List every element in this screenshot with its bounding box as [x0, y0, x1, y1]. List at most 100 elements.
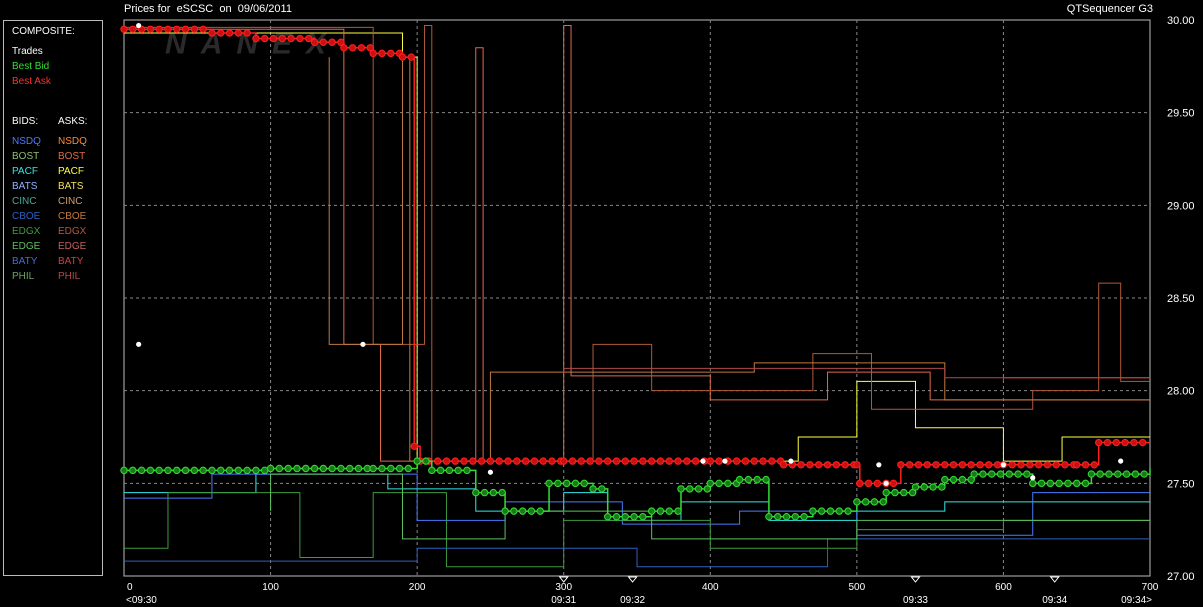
data-point: [949, 461, 958, 469]
data-point: [190, 466, 199, 475]
data-point: [996, 470, 1005, 478]
data-point: [1140, 470, 1148, 478]
data-point: [395, 464, 404, 473]
data-point: [348, 44, 357, 52]
data-point: [234, 29, 243, 37]
data-point: [433, 457, 442, 465]
data-point: [897, 461, 905, 469]
data-point: [296, 34, 304, 43]
data-point: [252, 466, 260, 475]
y-tick-label: 28.50: [1167, 293, 1195, 305]
data-point: [442, 457, 451, 465]
data-point: [319, 464, 328, 473]
data-point: [369, 49, 377, 58]
trade-point: [1030, 475, 1036, 481]
data-point: [328, 464, 336, 473]
data-point: [621, 457, 629, 465]
data-point: [1138, 438, 1147, 447]
data-point: [451, 457, 459, 465]
time-label: 09:31: [551, 595, 576, 606]
x-tick-label: 100: [262, 582, 279, 593]
data-point: [454, 466, 462, 475]
data-point: [891, 488, 899, 497]
data-point: [398, 53, 407, 61]
data-point: [639, 512, 647, 521]
data-point: [208, 29, 216, 37]
data-point: [750, 457, 758, 465]
data-point: [1014, 470, 1022, 478]
data-point: [518, 507, 527, 515]
trade-point: [1118, 458, 1124, 464]
data-point: [782, 512, 791, 521]
data-point: [146, 25, 155, 33]
data-point: [410, 442, 418, 450]
data-point: [932, 461, 940, 469]
data-point: [586, 457, 594, 465]
data-point: [472, 488, 480, 497]
data-point: [970, 470, 978, 478]
data-point: [378, 464, 386, 473]
data-point: [630, 512, 638, 521]
data-point: [580, 479, 588, 488]
time-marker: [1049, 576, 1060, 583]
data-point: [841, 461, 849, 469]
data-point: [683, 457, 691, 465]
data-point: [706, 479, 714, 488]
x-tick-label: 700: [1142, 582, 1159, 593]
data-point: [674, 507, 682, 515]
data-point: [1103, 438, 1112, 447]
data-point: [1061, 461, 1069, 469]
data-point: [853, 461, 861, 469]
data-point: [146, 466, 155, 475]
data-point: [181, 25, 190, 33]
data-point: [1005, 470, 1013, 478]
trade-point: [700, 458, 706, 464]
data-point: [870, 498, 879, 506]
data-point: [422, 457, 430, 465]
data-point: [1095, 438, 1103, 447]
data-point: [823, 461, 832, 469]
data-point: [1046, 479, 1055, 488]
data-point: [905, 461, 914, 469]
data-point: [724, 479, 732, 488]
y-tick-label: 30.00: [1167, 15, 1195, 27]
data-point: [287, 34, 295, 43]
data-point: [882, 488, 890, 497]
data-point: [378, 49, 386, 58]
data-point: [190, 25, 199, 33]
data-point: [1121, 438, 1129, 447]
data-point: [340, 44, 348, 52]
data-point: [407, 53, 415, 61]
data-point: [1081, 461, 1090, 469]
y-tick-label: 28.00: [1167, 386, 1195, 398]
data-point: [181, 466, 190, 475]
data-point: [217, 466, 225, 475]
data-point: [357, 44, 366, 52]
y-tick-label: 29.00: [1167, 200, 1195, 212]
time-label: 09:32: [620, 595, 645, 606]
data-point: [741, 457, 750, 465]
data-point: [639, 457, 647, 465]
data-point: [1043, 461, 1052, 469]
data-point: [302, 464, 310, 473]
data-point: [1008, 461, 1016, 469]
data-point: [1087, 470, 1096, 478]
trade-point: [722, 458, 728, 464]
data-point: [949, 475, 958, 484]
time-label: <09:30: [126, 595, 157, 606]
data-point: [120, 466, 128, 475]
data-point: [554, 479, 562, 488]
data-point: [510, 507, 518, 515]
data-point: [603, 457, 612, 465]
data-point: [985, 461, 993, 469]
data-point: [759, 457, 767, 465]
x-tick-label: 600: [995, 582, 1012, 593]
data-point: [1055, 479, 1063, 488]
data-point: [665, 457, 673, 465]
data-point: [1052, 461, 1060, 469]
data-point: [832, 461, 841, 469]
data-point: [252, 34, 260, 43]
data-point: [856, 479, 864, 488]
data-point: [261, 34, 269, 43]
data-point: [328, 38, 336, 46]
